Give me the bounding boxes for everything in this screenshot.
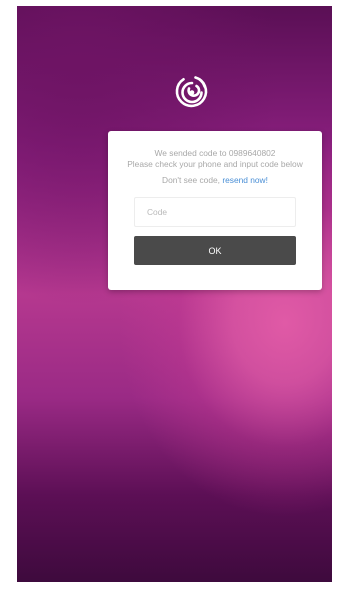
resend-now-link[interactable]: resend now!: [222, 175, 268, 185]
verification-screen: We sended code to 0989640802 Please chec…: [17, 6, 332, 582]
ok-button[interactable]: OK: [134, 236, 296, 265]
resend-prefix-text: Don't see code,: [162, 175, 223, 185]
verification-card: We sended code to 0989640802 Please chec…: [108, 131, 322, 290]
check-phone-message: Please check your phone and input code b…: [127, 159, 303, 169]
resend-row: Don't see code, resend now!: [108, 175, 322, 185]
concentric-circles-logo-icon: [175, 69, 209, 115]
code-input[interactable]: [134, 197, 296, 227]
sent-code-message: We sended code to 0989640802: [154, 148, 276, 158]
